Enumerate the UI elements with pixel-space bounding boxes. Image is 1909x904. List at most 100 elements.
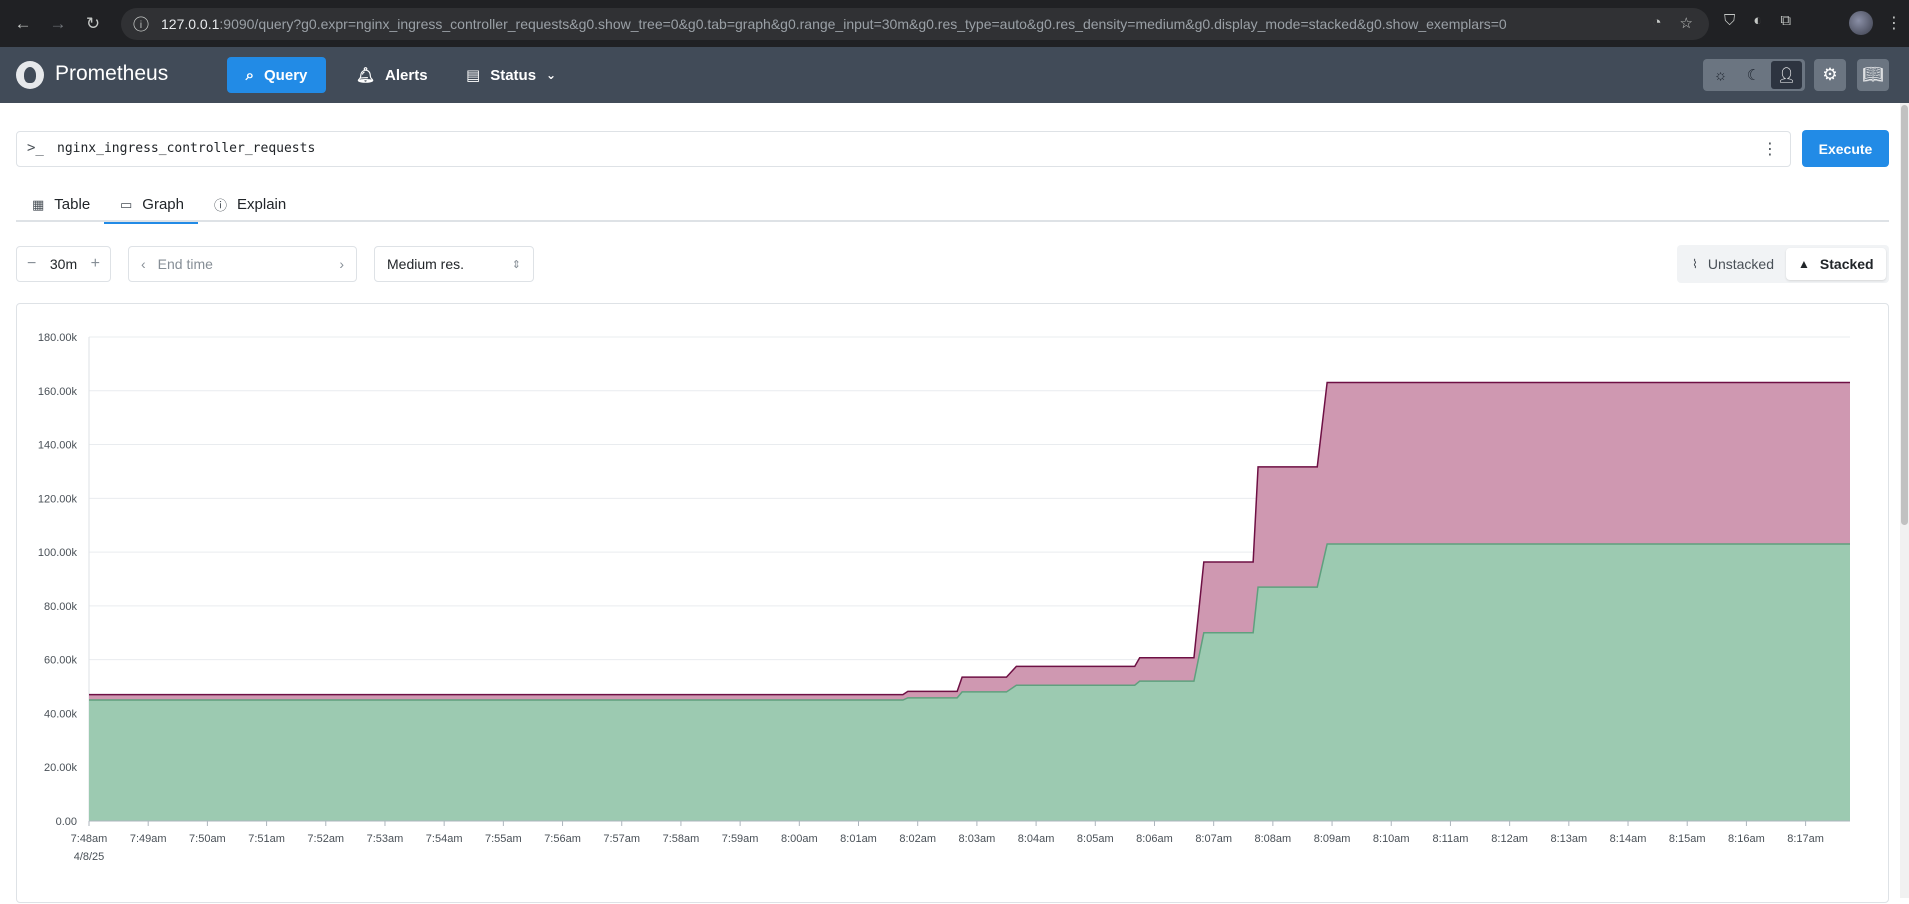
settings-gear-icon[interactable]: ⚙	[1814, 59, 1846, 91]
performance-icon[interactable]: ◔	[1652, 14, 1661, 32]
unstacked-label: Unstacked	[1707, 256, 1775, 272]
query-options-icon[interactable]: ⋮	[1762, 139, 1778, 159]
chevron-left-icon[interactable]: ‹	[141, 256, 146, 272]
x-tick-label: 8:05am	[1077, 833, 1114, 845]
range-value[interactable]: 30m	[50, 256, 77, 272]
y-tick-label: 80.00k	[44, 601, 78, 613]
x-tick-label: 7:58am	[663, 833, 700, 845]
bookmark-star-icon[interactable]: ☆	[1680, 14, 1693, 32]
y-tick-label: 60.00k	[44, 655, 78, 667]
prometheus-logo-icon[interactable]	[16, 61, 44, 89]
y-tick-label: 20.00k	[44, 762, 78, 774]
url-text: 127.0.0.1:9090/query?g0.expr=nginx_ingre…	[161, 16, 1507, 32]
address-bar[interactable]: i 127.0.0.1:9090/query?g0.expr=nginx_ing…	[121, 8, 1709, 40]
chevron-right-icon[interactable]: ›	[339, 256, 344, 272]
server-icon: ▤	[466, 67, 481, 84]
stacked-option[interactable]: ▲ Stacked	[1786, 248, 1886, 280]
shield-extension-icon[interactable]: ⛉	[1724, 12, 1735, 29]
unstacked-chart-icon: ⌇	[1692, 257, 1698, 271]
query-expression-text[interactable]: nginx_ingress_controller_requests	[57, 141, 315, 156]
resolution-value: Medium res.	[387, 256, 465, 272]
site-info-icon[interactable]: i	[133, 16, 149, 32]
nav-alerts-button[interactable]: 🔔︎ Alerts	[356, 57, 428, 93]
x-tick-date-label: 4/8/25	[74, 851, 105, 863]
reload-icon[interactable]: ↻	[82, 13, 104, 35]
contrast-extension-icon[interactable]: ◐	[1753, 12, 1762, 29]
x-tick-label: 7:52am	[307, 833, 344, 845]
x-tick-label: 8:01am	[840, 833, 877, 845]
tab-graph[interactable]: ▭ Graph	[104, 187, 198, 224]
tab-explain-label: Explain	[237, 196, 287, 213]
unstacked-option[interactable]: ⌇ Unstacked	[1680, 248, 1786, 280]
x-tick-label: 7:59am	[722, 833, 759, 845]
x-tick-label: 7:56am	[544, 833, 581, 845]
stacked-label: Stacked	[1819, 256, 1874, 272]
y-tick-label: 100.00k	[38, 547, 78, 559]
tab-graph-label: Graph	[142, 196, 184, 213]
back-arrow-icon[interactable]: ←	[12, 13, 34, 35]
x-tick-label: 8:13am	[1550, 833, 1587, 845]
bell-icon: 🔔︎	[356, 67, 376, 84]
x-tick-label: 8:08am	[1255, 833, 1292, 845]
table-icon: ▦	[32, 196, 45, 212]
nav-query-button[interactable]: ⌕ Query	[227, 57, 326, 93]
graph-icon: ▭	[120, 196, 133, 212]
x-tick-label: 8:09am	[1314, 833, 1351, 845]
stacked-area-chart[interactable]: 0.00 20.00k 40.00k 60.00k 80.00k 100.00k 120.0…	[17, 304, 1890, 904]
y-tick-label: 0.00	[56, 816, 77, 828]
x-tick-label: 8:17am	[1787, 833, 1824, 845]
nav-alerts-label: Alerts	[385, 66, 428, 84]
x-tick-label: 8:11am	[1433, 833, 1469, 845]
forward-arrow-icon[interactable]: →	[47, 13, 69, 35]
stacked-chart-icon: ▲	[1798, 257, 1810, 271]
tab-table-label: Table	[54, 196, 91, 213]
select-updown-icon: ⇕	[511, 258, 521, 271]
end-time-input[interactable]: ‹ End time ›	[128, 246, 357, 282]
user-theme-icon[interactable]: 👤︎	[1771, 61, 1802, 89]
tab-explain[interactable]: ⓘ Explain	[198, 187, 302, 222]
x-tick-label: 8:02am	[899, 833, 936, 845]
x-tick-label: 7:48am	[71, 833, 108, 845]
range-input[interactable]: − 30m +	[16, 246, 111, 282]
minus-icon[interactable]: −	[27, 255, 36, 273]
x-tick-label: 7:54am	[426, 833, 463, 845]
x-tick-label: 7:57am	[603, 833, 640, 845]
x-tick-label: 8:16am	[1728, 833, 1765, 845]
browser-menu-icon[interactable]: ⋮	[1886, 13, 1902, 33]
resolution-select[interactable]: Medium res. ⇕	[374, 246, 534, 282]
x-tick-label: 8:14am	[1610, 833, 1647, 845]
y-tick-label: 160.00k	[38, 386, 78, 398]
moon-icon[interactable]: ☾	[1738, 61, 1769, 89]
puzzle-extensions-icon[interactable]: ⧉	[1780, 12, 1791, 29]
documentation-book-icon[interactable]: 📖︎	[1857, 59, 1889, 91]
x-tick-label: 8:10am	[1373, 833, 1410, 845]
x-tick-label: 7:53am	[367, 833, 404, 845]
plus-icon[interactable]: +	[91, 255, 100, 273]
x-tick-label: 7:55am	[485, 833, 522, 845]
x-tick-label: 7:50am	[189, 833, 226, 845]
nav-status-button[interactable]: ▤ Status ⌄	[466, 57, 556, 93]
brand-title[interactable]: Prometheus	[55, 62, 168, 86]
tab-table[interactable]: ▦ Table	[16, 187, 106, 222]
x-tick-label: 8:03am	[959, 833, 996, 845]
nav-status-label: Status	[490, 66, 537, 84]
panel-tabs: ▦ Table ▭ Graph ⓘ Explain	[16, 187, 1889, 224]
search-icon: ⌕	[245, 66, 255, 84]
y-tick-label: 40.00k	[44, 708, 78, 720]
end-time-placeholder[interactable]: End time	[158, 256, 340, 272]
page-scrollbar-thumb[interactable]	[1901, 105, 1908, 525]
graph-panel: 0.00 20.00k 40.00k 60.00k 80.00k 100.00k 120.0…	[16, 303, 1889, 903]
y-tick-label: 140.00k	[38, 440, 78, 452]
stack-mode-toggle[interactable]: ⌇ Unstacked ▲ Stacked	[1677, 245, 1889, 283]
query-expression-input[interactable]: >_ nginx_ingress_controller_requests ⋮	[16, 131, 1791, 167]
x-tick-label: 8:04am	[1018, 833, 1055, 845]
x-tick-label: 7:51am	[248, 833, 285, 845]
theme-toggle[interactable]: ☼ ☾ 👤︎	[1703, 59, 1805, 91]
profile-avatar[interactable]	[1849, 11, 1873, 35]
x-tick-label: 8:00am	[781, 833, 818, 845]
x-tick-label: 8:06am	[1136, 833, 1173, 845]
sun-icon[interactable]: ☼	[1705, 61, 1736, 89]
execute-button[interactable]: Execute	[1802, 130, 1889, 167]
app-header: Prometheus ⌕ Query 🔔︎ Alerts ▤ Status ⌄ …	[0, 47, 1909, 103]
x-tick-label: 8:12am	[1491, 833, 1528, 845]
